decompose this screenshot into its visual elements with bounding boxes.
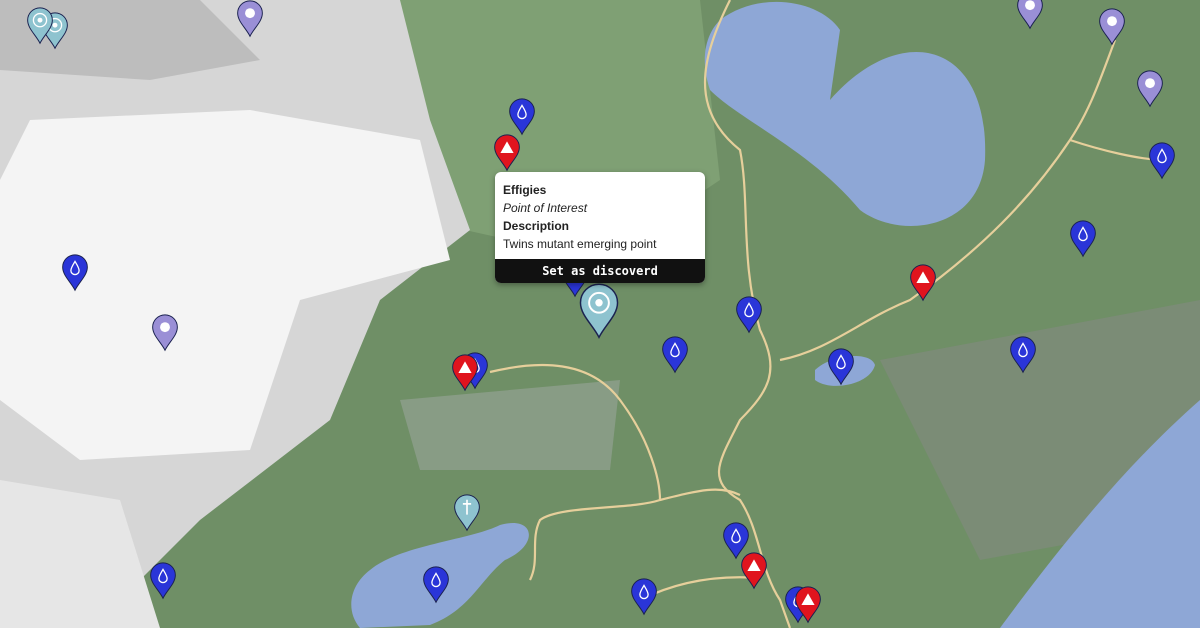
pin-icon [1099, 8, 1125, 46]
target-icon [579, 283, 619, 340]
tent-icon [494, 134, 520, 172]
popup-description: Twins mutant emerging point [503, 237, 657, 251]
pin-icon [237, 0, 263, 38]
camp-marker[interactable] [740, 552, 768, 590]
map-marker[interactable] [1136, 70, 1164, 108]
map-marker[interactable] [1016, 0, 1044, 30]
water-marker[interactable] [1009, 336, 1037, 374]
map-marker[interactable] [236, 0, 264, 38]
water-marker[interactable] [735, 296, 763, 334]
map-marker[interactable] [1098, 8, 1126, 46]
pin-icon [1017, 0, 1043, 30]
drop-icon [662, 336, 688, 374]
water-marker[interactable] [1069, 220, 1097, 258]
drop-icon [1010, 336, 1036, 374]
water-marker[interactable] [1148, 142, 1176, 180]
camp-marker[interactable] [794, 586, 822, 624]
pin-icon [1137, 70, 1163, 108]
water-marker[interactable] [422, 566, 450, 604]
cross-icon [454, 494, 480, 532]
drop-icon [828, 348, 854, 386]
water-marker[interactable] [149, 562, 177, 600]
popup-type: Point of Interest [503, 201, 588, 215]
drop-icon [62, 254, 88, 292]
poi-marker[interactable] [26, 7, 54, 45]
tent-icon [741, 552, 767, 590]
water-marker[interactable] [827, 348, 855, 386]
drop-icon [736, 296, 762, 334]
drop-icon [631, 578, 657, 616]
tent-icon [795, 586, 821, 624]
tent-icon [910, 264, 936, 302]
water-marker[interactable] [61, 254, 89, 292]
drop-icon [509, 98, 535, 136]
popup-title: Effigies [503, 183, 547, 197]
camp-marker[interactable] [909, 264, 937, 302]
tent-icon [452, 354, 478, 392]
drop-icon [423, 566, 449, 604]
map-marker[interactable] [151, 314, 179, 352]
water-marker[interactable] [508, 98, 536, 136]
drop-icon [150, 562, 176, 600]
pin-icon [152, 314, 178, 352]
drop-icon [1070, 220, 1096, 258]
target-icon [27, 7, 53, 45]
water-marker[interactable] [630, 578, 658, 616]
info-popup: Effigies Point of Interest Description T… [495, 172, 705, 283]
popup-description-label: Description [503, 219, 570, 233]
grave-marker[interactable] [453, 494, 481, 532]
drop-icon [1149, 142, 1175, 180]
poi-marker[interactable] [578, 283, 620, 340]
set-discovered-button[interactable]: Set as discoverd [495, 259, 705, 283]
camp-marker[interactable] [493, 134, 521, 172]
camp-marker[interactable] [451, 354, 479, 392]
water-marker[interactable] [661, 336, 689, 374]
